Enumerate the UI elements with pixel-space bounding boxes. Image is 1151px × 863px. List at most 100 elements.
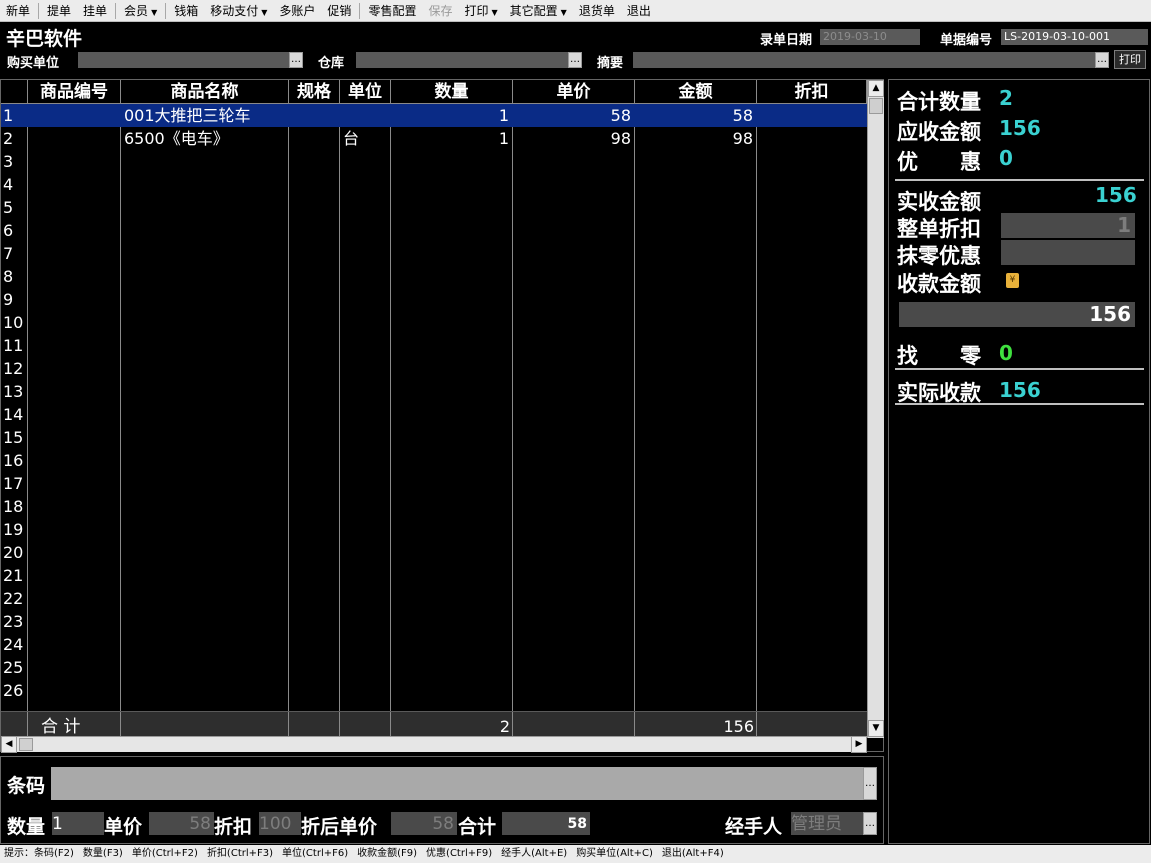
print-button[interactable]: 打印 <box>1114 50 1146 69</box>
buyer-field[interactable] <box>78 52 289 68</box>
menu-other-config[interactable]: 其它配置 ▼ <box>504 0 573 22</box>
table-row[interactable]: 16 <box>1 449 867 472</box>
header-unit[interactable]: 单位 <box>340 80 391 104</box>
menu-mobile-pay[interactable]: 移动支付 ▼ <box>204 0 273 22</box>
receivable-label: 应收金额 <box>897 120 981 144</box>
header-qty[interactable]: 数量 <box>391 80 513 104</box>
menu-exit[interactable]: 退出 <box>621 0 657 22</box>
row-number: 10 <box>3 313 24 332</box>
header-product-name[interactable]: 商品名称 <box>121 80 289 104</box>
grid-total-row: 合 计 2 156 <box>1 711 867 739</box>
header-product-code[interactable]: 商品编号 <box>28 80 121 104</box>
table-row[interactable]: 13 <box>1 380 867 403</box>
receivable-value: 156 <box>999 116 1041 140</box>
menu-save[interactable]: 保存 <box>422 0 458 22</box>
line-total-label: 合计 <box>458 816 497 838</box>
header-price[interactable]: 单价 <box>513 80 635 104</box>
table-row[interactable]: 21 <box>1 564 867 587</box>
order-discount-input[interactable]: 1 <box>1001 213 1135 238</box>
line-total-input[interactable]: 58 <box>502 812 590 835</box>
qty-label: 数量 <box>7 816 46 838</box>
grid-body[interactable]: 1 001大推把三轮车 1 58 58 2 6500《电车》 台 1 98 98 3 4 5 6 7 8 9 10 1… <box>1 104 867 711</box>
barcode-input[interactable] <box>51 767 863 800</box>
menu-new[interactable]: 新单 <box>0 0 36 22</box>
table-row[interactable]: 14 <box>1 403 867 426</box>
menu-print[interactable]: 打印 ▼ <box>458 0 503 22</box>
menu-retail-config[interactable]: 零售配置 <box>362 0 422 22</box>
price-input[interactable]: 58 <box>149 812 214 835</box>
scroll-left-arrow-icon[interactable]: ◀ <box>1 736 17 753</box>
table-row[interactable]: 17 <box>1 472 867 495</box>
status-hint: 折扣(Ctrl+F3) <box>206 848 274 859</box>
table-row[interactable]: 10 <box>1 311 867 334</box>
status-hint: 优惠(Ctrl+F9) <box>426 848 493 859</box>
grid-horizontal-scrollbar[interactable]: ◀ ▶ <box>1 736 867 753</box>
caret-down-icon: ▼ <box>151 7 158 17</box>
menu-promotion[interactable]: 促销 <box>321 0 357 22</box>
discount-input[interactable]: 100 <box>259 812 301 835</box>
caret-down-icon: ▼ <box>491 7 498 17</box>
table-row[interactable]: 3 <box>1 150 867 173</box>
cash-icon[interactable]: ¥ <box>1006 273 1019 288</box>
table-row[interactable]: 26 <box>1 679 867 702</box>
table-row[interactable]: 2 6500《电车》 台 1 98 98 <box>1 127 867 150</box>
caret-down-icon: ▼ <box>261 7 268 17</box>
grid-column-line <box>120 712 121 739</box>
grid-column-line <box>339 712 340 739</box>
summary-field[interactable] <box>633 52 1095 68</box>
table-row[interactable]: 1 001大推把三轮车 1 58 58 <box>1 104 867 127</box>
scroll-down-arrow-icon[interactable]: ▼ <box>868 720 884 737</box>
table-row[interactable]: 6 <box>1 219 867 242</box>
table-row[interactable]: 8 <box>1 265 867 288</box>
menu-hold[interactable]: 挂单 <box>77 0 113 22</box>
table-row[interactable]: 7 <box>1 242 867 265</box>
qty-input[interactable]: 1 <box>52 812 104 835</box>
summary-label: 摘要 <box>597 56 624 71</box>
warehouse-browse-button[interactable]: … <box>568 52 582 68</box>
menu-member[interactable]: 会员 ▼ <box>118 0 163 22</box>
vertical-scroll-thumb[interactable] <box>869 98 883 114</box>
handler-input[interactable]: 管理员 <box>791 812 863 835</box>
table-row[interactable]: 9 <box>1 288 867 311</box>
table-row[interactable]: 23 <box>1 610 867 633</box>
header-spec[interactable]: 规格 <box>289 80 340 104</box>
menu-multi-account[interactable]: 多账户 <box>273 0 321 22</box>
date-field[interactable]: 2019-03-10 <box>820 29 920 45</box>
menu-return[interactable]: 退货单 <box>573 0 621 22</box>
table-row[interactable]: 19 <box>1 518 867 541</box>
cell-qty: 1 <box>498 106 509 125</box>
after-price-input[interactable]: 58 <box>391 812 457 835</box>
table-row[interactable]: 4 <box>1 173 867 196</box>
table-row[interactable]: 22 <box>1 587 867 610</box>
header-amount[interactable]: 金额 <box>635 80 757 104</box>
table-row[interactable]: 15 <box>1 426 867 449</box>
summary-browse-button[interactable]: … <box>1095 52 1109 68</box>
barcode-browse-button[interactable]: … <box>863 767 877 800</box>
menu-retrieve[interactable]: 提单 <box>41 0 77 22</box>
table-row[interactable]: 11 <box>1 334 867 357</box>
table-row[interactable]: 5 <box>1 196 867 219</box>
warehouse-field[interactable] <box>356 52 568 68</box>
docno-field[interactable]: LS-2019-03-10-001 <box>1001 29 1148 45</box>
table-row[interactable]: 24 <box>1 633 867 656</box>
table-row[interactable]: 25 <box>1 656 867 679</box>
payment-input[interactable]: 156 <box>899 302 1135 327</box>
table-row[interactable]: 12 <box>1 357 867 380</box>
row-number-header[interactable] <box>1 80 28 104</box>
grid-vertical-scrollbar[interactable]: ▲ ▼ <box>867 80 884 738</box>
sales-grid[interactable]: 商品编号 商品名称 规格 单位 数量 单价 金额 折扣 1 001大推把三轮车 1 58 58 2 650… <box>0 79 884 753</box>
handler-browse-button[interactable]: … <box>863 812 877 835</box>
status-hint: 收款金额(F9) <box>357 848 418 859</box>
horizontal-scroll-thumb[interactable] <box>19 738 33 751</box>
scroll-right-arrow-icon[interactable]: ▶ <box>851 736 867 753</box>
rounding-input[interactable] <box>1001 240 1135 265</box>
table-row[interactable]: 20 <box>1 541 867 564</box>
table-row[interactable]: 18 <box>1 495 867 518</box>
real-receipt-value: 156 <box>999 378 1041 402</box>
buyer-browse-button[interactable]: … <box>289 52 303 68</box>
grid-column-line <box>512 712 513 739</box>
row-number: 23 <box>3 612 24 631</box>
scroll-up-arrow-icon[interactable]: ▲ <box>868 80 884 97</box>
header-discount[interactable]: 折扣 <box>757 80 867 104</box>
menu-cashbox[interactable]: 钱箱 <box>168 0 204 22</box>
